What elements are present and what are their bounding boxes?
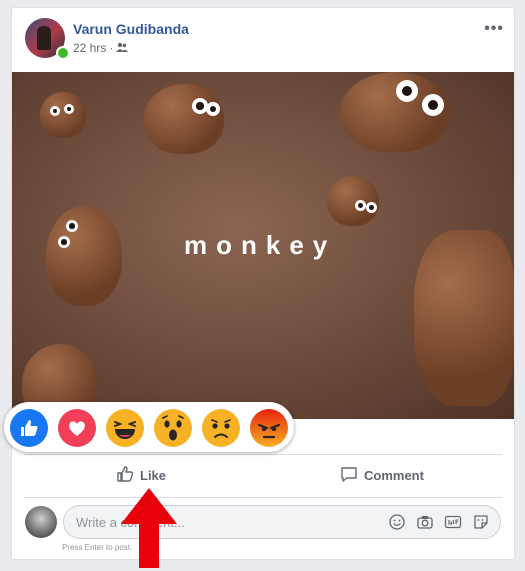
poop-emoji-decoration xyxy=(40,92,86,138)
poop-emoji-decoration xyxy=(340,72,450,152)
current-user-avatar[interactable] xyxy=(25,506,57,538)
camera-icon[interactable] xyxy=(416,513,434,536)
emoji-icon[interactable] xyxy=(388,513,406,536)
like-reaction-icon[interactable] xyxy=(10,409,48,447)
post-image[interactable]: monkey xyxy=(12,72,514,419)
post-actions-bar: Like Comment xyxy=(24,454,502,498)
post-meta: 22 hrs · xyxy=(73,41,129,55)
post-time[interactable]: 22 hrs xyxy=(73,41,106,55)
thumbs-up-icon xyxy=(116,465,134,486)
wow-reaction-icon[interactable] xyxy=(154,409,192,447)
author-name[interactable]: Varun Gudibanda xyxy=(73,21,189,37)
gif-icon[interactable] xyxy=(444,513,462,536)
online-status-indicator xyxy=(56,46,70,60)
image-caption: monkey xyxy=(184,230,337,260)
poop-emoji-decoration xyxy=(144,84,224,154)
comment-composer: Write a comment... Press Enter to post. xyxy=(12,498,514,558)
more-options-icon[interactable]: ••• xyxy=(484,20,504,38)
poop-emoji-decoration xyxy=(327,176,379,226)
comment-bubble-icon xyxy=(340,465,358,486)
poop-emoji-decoration xyxy=(46,206,122,306)
sad-reaction-icon[interactable] xyxy=(202,409,240,447)
post-card: Varun Gudibanda 22 hrs · ••• monkey Like… xyxy=(11,7,515,560)
comment-button[interactable]: Comment xyxy=(340,455,424,495)
like-label: Like xyxy=(140,467,167,483)
haha-reaction-icon[interactable] xyxy=(106,409,144,447)
red-arrow-annotation xyxy=(121,488,177,568)
angry-reaction-icon[interactable] xyxy=(250,409,288,447)
meta-separator: · xyxy=(109,41,114,55)
post-header: Varun Gudibanda 22 hrs · ••• xyxy=(12,8,514,71)
friends-icon[interactable] xyxy=(116,41,129,55)
comment-tools xyxy=(388,513,490,536)
reactions-picker xyxy=(4,402,294,452)
love-reaction-icon[interactable] xyxy=(58,409,96,447)
sticker-icon[interactable] xyxy=(472,513,490,536)
poop-emoji-decoration xyxy=(414,230,514,406)
comment-label: Comment xyxy=(364,467,424,483)
